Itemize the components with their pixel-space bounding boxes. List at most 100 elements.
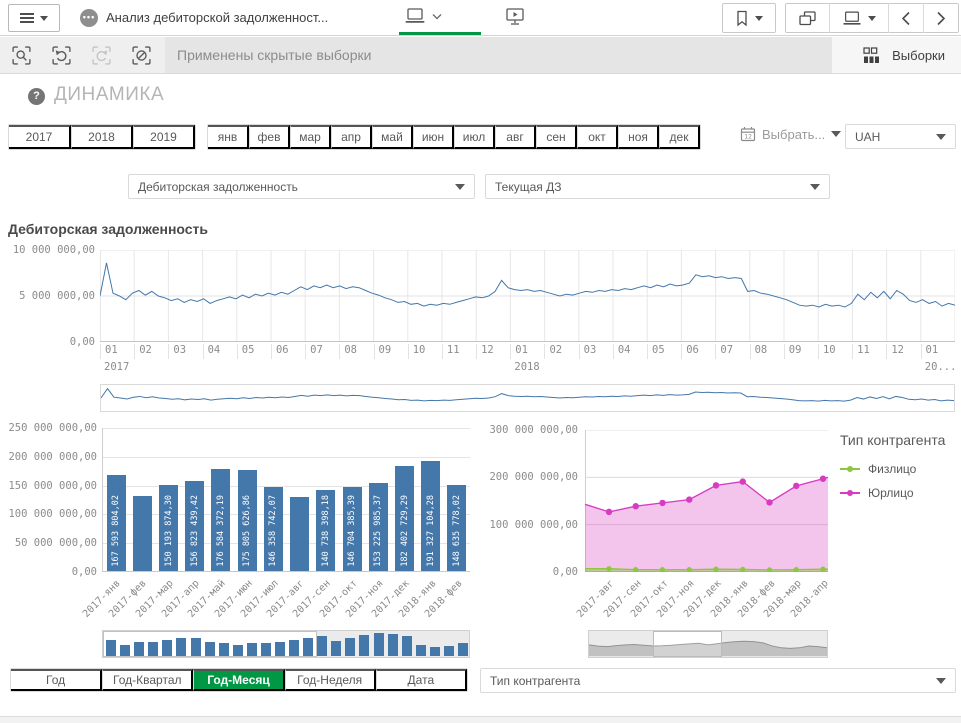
- area-nav-shade-right: [722, 631, 827, 657]
- present-mode-button[interactable]: [505, 7, 525, 26]
- debt-type-select[interactable]: Текущая ДЗ: [485, 174, 830, 199]
- bar-chart-range-navigator[interactable]: [102, 630, 470, 658]
- legend-marker-green-icon: [840, 465, 860, 473]
- measure-select[interactable]: Дебиторская задолженность: [128, 174, 475, 199]
- currency-select[interactable]: UAH: [845, 124, 956, 149]
- bar-value-label: 167 593 804,02: [111, 495, 121, 567]
- dimension-select[interactable]: Тип контрагента: [480, 668, 956, 693]
- search-icon: [11, 45, 32, 66]
- area-chart-range-navigator[interactable]: [588, 630, 828, 658]
- bar-slot: 191 327 104,28: [418, 428, 444, 571]
- month-button-ноя[interactable]: ноя: [618, 125, 659, 149]
- month-button-авг[interactable]: авг: [495, 125, 536, 149]
- prev-sheet-button[interactable]: [888, 3, 923, 33]
- global-menu-button[interactable]: [8, 4, 60, 32]
- bar-slot: 150 193 874,30: [155, 428, 181, 571]
- line-year-label: 20...: [925, 361, 957, 373]
- bar-2017-ноя[interactable]: 153 225 985,37: [369, 483, 388, 571]
- bar-2017-апр[interactable]: 156 823 439,42: [185, 481, 204, 571]
- legend-item-fizlico[interactable]: Физлицо: [840, 462, 960, 476]
- period-tab-Год[interactable]: Год: [11, 669, 102, 691]
- month-button-июл[interactable]: июл: [454, 125, 495, 149]
- bar-2017-окт[interactable]: 146 704 385,39: [343, 487, 362, 572]
- bar-2017-дек[interactable]: 182 402 729,29: [395, 466, 414, 571]
- bar-2017-июл[interactable]: 146 358 742,07: [264, 487, 283, 571]
- area-chart-x-axis: 2017-авг2017-сен2017-окт2017-ноя2017-дек…: [585, 574, 828, 624]
- line-chart-range-navigator[interactable]: [100, 384, 955, 412]
- bar-slot: 140 738 398,18: [313, 428, 339, 571]
- bar-nav-bar: [416, 645, 426, 657]
- period-tab-Год-Неделя[interactable]: Год-Неделя: [285, 669, 376, 691]
- sheet-view-button[interactable]: [404, 7, 442, 25]
- line-chart-year-labels: 2017201820...: [100, 361, 955, 375]
- month-button-фев[interactable]: фев: [249, 125, 290, 149]
- bookmark-button[interactable]: [723, 3, 775, 33]
- selections-bar[interactable]: Применены скрытые выборки: [165, 37, 832, 73]
- month-button-май[interactable]: май: [372, 125, 413, 149]
- next-sheet-button[interactable]: [923, 3, 958, 33]
- year-button-2017[interactable]: 2017: [9, 125, 71, 149]
- bar-2017-мар[interactable]: 150 193 874,30: [159, 485, 178, 572]
- bar-slots: 167 593 804,02 150 193 874,30 156 823 439,…: [103, 428, 470, 571]
- month-button-янв[interactable]: янв: [208, 125, 249, 149]
- line-month-tick: 03: [168, 344, 202, 359]
- bar-ytick: 50 000 000,00: [0, 537, 97, 549]
- bar-2017-авг[interactable]: [290, 497, 309, 571]
- toolbar-right-group: [722, 3, 959, 33]
- bar-slot: [129, 428, 155, 571]
- bar-ytick: 0,00: [0, 566, 97, 578]
- bar-2018-фев[interactable]: 148 635 778,02: [447, 485, 466, 571]
- month-button-дек[interactable]: дек: [659, 125, 700, 149]
- month-button-окт[interactable]: окт: [577, 125, 618, 149]
- year-button-2019[interactable]: 2019: [133, 125, 195, 149]
- bottom-scroll-strip[interactable]: [0, 716, 961, 723]
- svg-text:12: 12: [744, 133, 752, 141]
- qlik-app-window: ••• Анализ дебиторской задолженност...: [0, 0, 961, 723]
- bar-2017-фев[interactable]: [133, 496, 152, 571]
- month-button-июн[interactable]: июн: [413, 125, 454, 149]
- bar-2017-янв[interactable]: 167 593 804,02: [107, 475, 126, 572]
- line-month-tick: 12: [476, 344, 510, 359]
- smart-search-button[interactable]: [11, 45, 32, 66]
- sheet-selector-button[interactable]: [829, 3, 888, 33]
- year-button-2018[interactable]: 2018: [71, 125, 133, 149]
- period-tab-Дата[interactable]: Дата: [376, 669, 467, 691]
- area-ytick: 100 000 000,00: [483, 519, 578, 531]
- duplicate-sheet-button[interactable]: [786, 3, 829, 33]
- bar-2017-сен[interactable]: 140 738 398,18: [316, 490, 335, 571]
- bar-nav-bar: [388, 634, 398, 656]
- bar-nav-bar: [458, 643, 468, 656]
- step-back-button[interactable]: [51, 45, 72, 66]
- bar-2017-май[interactable]: 176 584 372,19: [211, 469, 230, 571]
- month-button-сен[interactable]: сен: [536, 125, 577, 149]
- chevron-right-icon: [936, 11, 946, 26]
- date-picker-caret-icon: [831, 131, 841, 137]
- legend-item-yurlico[interactable]: Юрлицо: [840, 486, 960, 500]
- area-chart-plot[interactable]: [585, 430, 828, 572]
- month-button-мар[interactable]: мар: [290, 125, 331, 149]
- bar-ytick: 200 000 000,00: [0, 451, 97, 463]
- clear-selections-button[interactable]: [131, 45, 152, 66]
- bar-nav-window[interactable]: [103, 631, 317, 657]
- period-tab-Год-Месяц[interactable]: Год-Месяц: [193, 669, 284, 691]
- area-ytick: 200 000 000,00: [483, 471, 578, 483]
- top-toolbar: ••• Анализ дебиторской задолженност...: [0, 0, 961, 36]
- month-button-апр[interactable]: апр: [331, 125, 372, 149]
- laptop-icon: [842, 10, 862, 27]
- bar-2017-июн[interactable]: 175 805 626,86: [238, 470, 257, 571]
- step-forward-button[interactable]: [91, 45, 112, 66]
- sheet-caret-icon: [868, 16, 876, 21]
- bar-slot: 182 402 729,29: [391, 428, 417, 571]
- chevron-down-icon: [432, 13, 442, 20]
- period-tab-Год-Квартал[interactable]: Год-Квартал: [102, 669, 193, 691]
- line-chart-plot[interactable]: [100, 250, 955, 342]
- date-picker-button[interactable]: 12 Выбрать...: [740, 126, 841, 142]
- area-nav-window[interactable]: [653, 631, 722, 657]
- menu-caret-icon: [40, 16, 48, 21]
- line-month-tick: 04: [203, 344, 237, 359]
- bar-2018-янв[interactable]: 191 327 104,28: [421, 461, 440, 571]
- bar-value-label: 150 193 874,30: [164, 495, 174, 567]
- selections-tool-button[interactable]: Выборки: [832, 37, 961, 73]
- bar-chart-plot: 167 593 804,02 150 193 874,30 156 823 439,…: [102, 428, 470, 572]
- help-icon[interactable]: ?: [28, 88, 45, 105]
